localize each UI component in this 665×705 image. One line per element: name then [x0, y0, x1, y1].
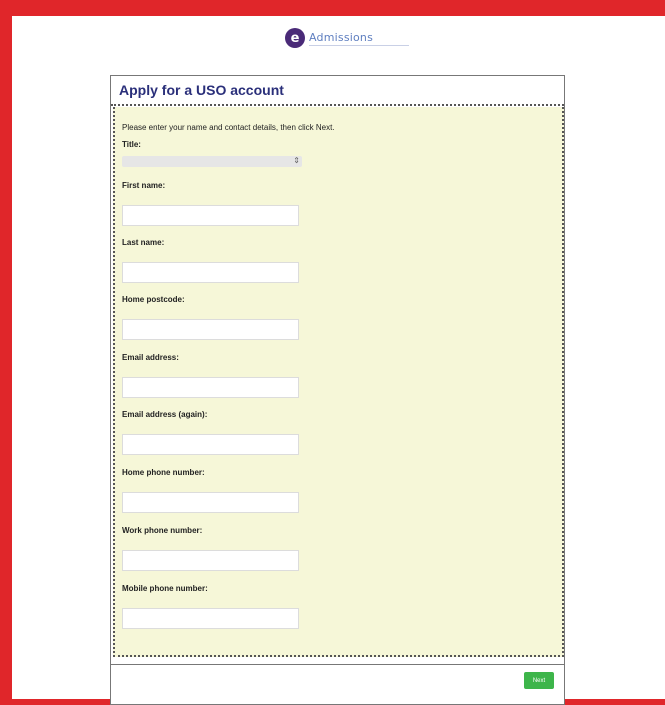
home-phone-label: Home phone number:: [122, 468, 205, 477]
home-phone-input[interactable]: [122, 492, 299, 513]
title-select[interactable]: ⇕: [122, 156, 302, 167]
home-postcode-label: Home postcode:: [122, 295, 185, 304]
eadmissions-logo[interactable]: e Admissions: [285, 25, 425, 51]
apply-form-panel: Apply for a USO account Please enter you…: [110, 75, 565, 705]
first-name-input[interactable]: [122, 205, 299, 226]
select-arrows-icon: ⇕: [293, 156, 300, 165]
logo-text: Admissions: [309, 31, 409, 46]
form-title: Apply for a USO account: [119, 82, 284, 98]
last-name-label: Last name:: [122, 238, 165, 247]
mobile-phone-input[interactable]: [122, 608, 299, 629]
form-body: Please enter your name and contact detai…: [113, 107, 564, 657]
email-input[interactable]: [122, 377, 299, 398]
form-intro: Please enter your name and contact detai…: [122, 123, 335, 132]
work-phone-label: Work phone number:: [122, 526, 203, 535]
panel-header: Apply for a USO account: [111, 76, 564, 106]
logo-badge-icon: e: [285, 28, 305, 48]
email-again-label: Email address (again):: [122, 410, 208, 419]
logo-letter: e: [290, 30, 300, 46]
home-postcode-input[interactable]: [122, 319, 299, 340]
title-label: Title:: [122, 140, 141, 149]
email-label: Email address:: [122, 353, 179, 362]
mobile-phone-label: Mobile phone number:: [122, 584, 208, 593]
first-name-label: First name:: [122, 181, 166, 190]
last-name-input[interactable]: [122, 262, 299, 283]
page: e Admissions Apply for a USO account Ple…: [12, 16, 665, 705]
next-button[interactable]: Next: [524, 672, 554, 689]
work-phone-input[interactable]: [122, 550, 299, 571]
email-again-input[interactable]: [122, 434, 299, 455]
